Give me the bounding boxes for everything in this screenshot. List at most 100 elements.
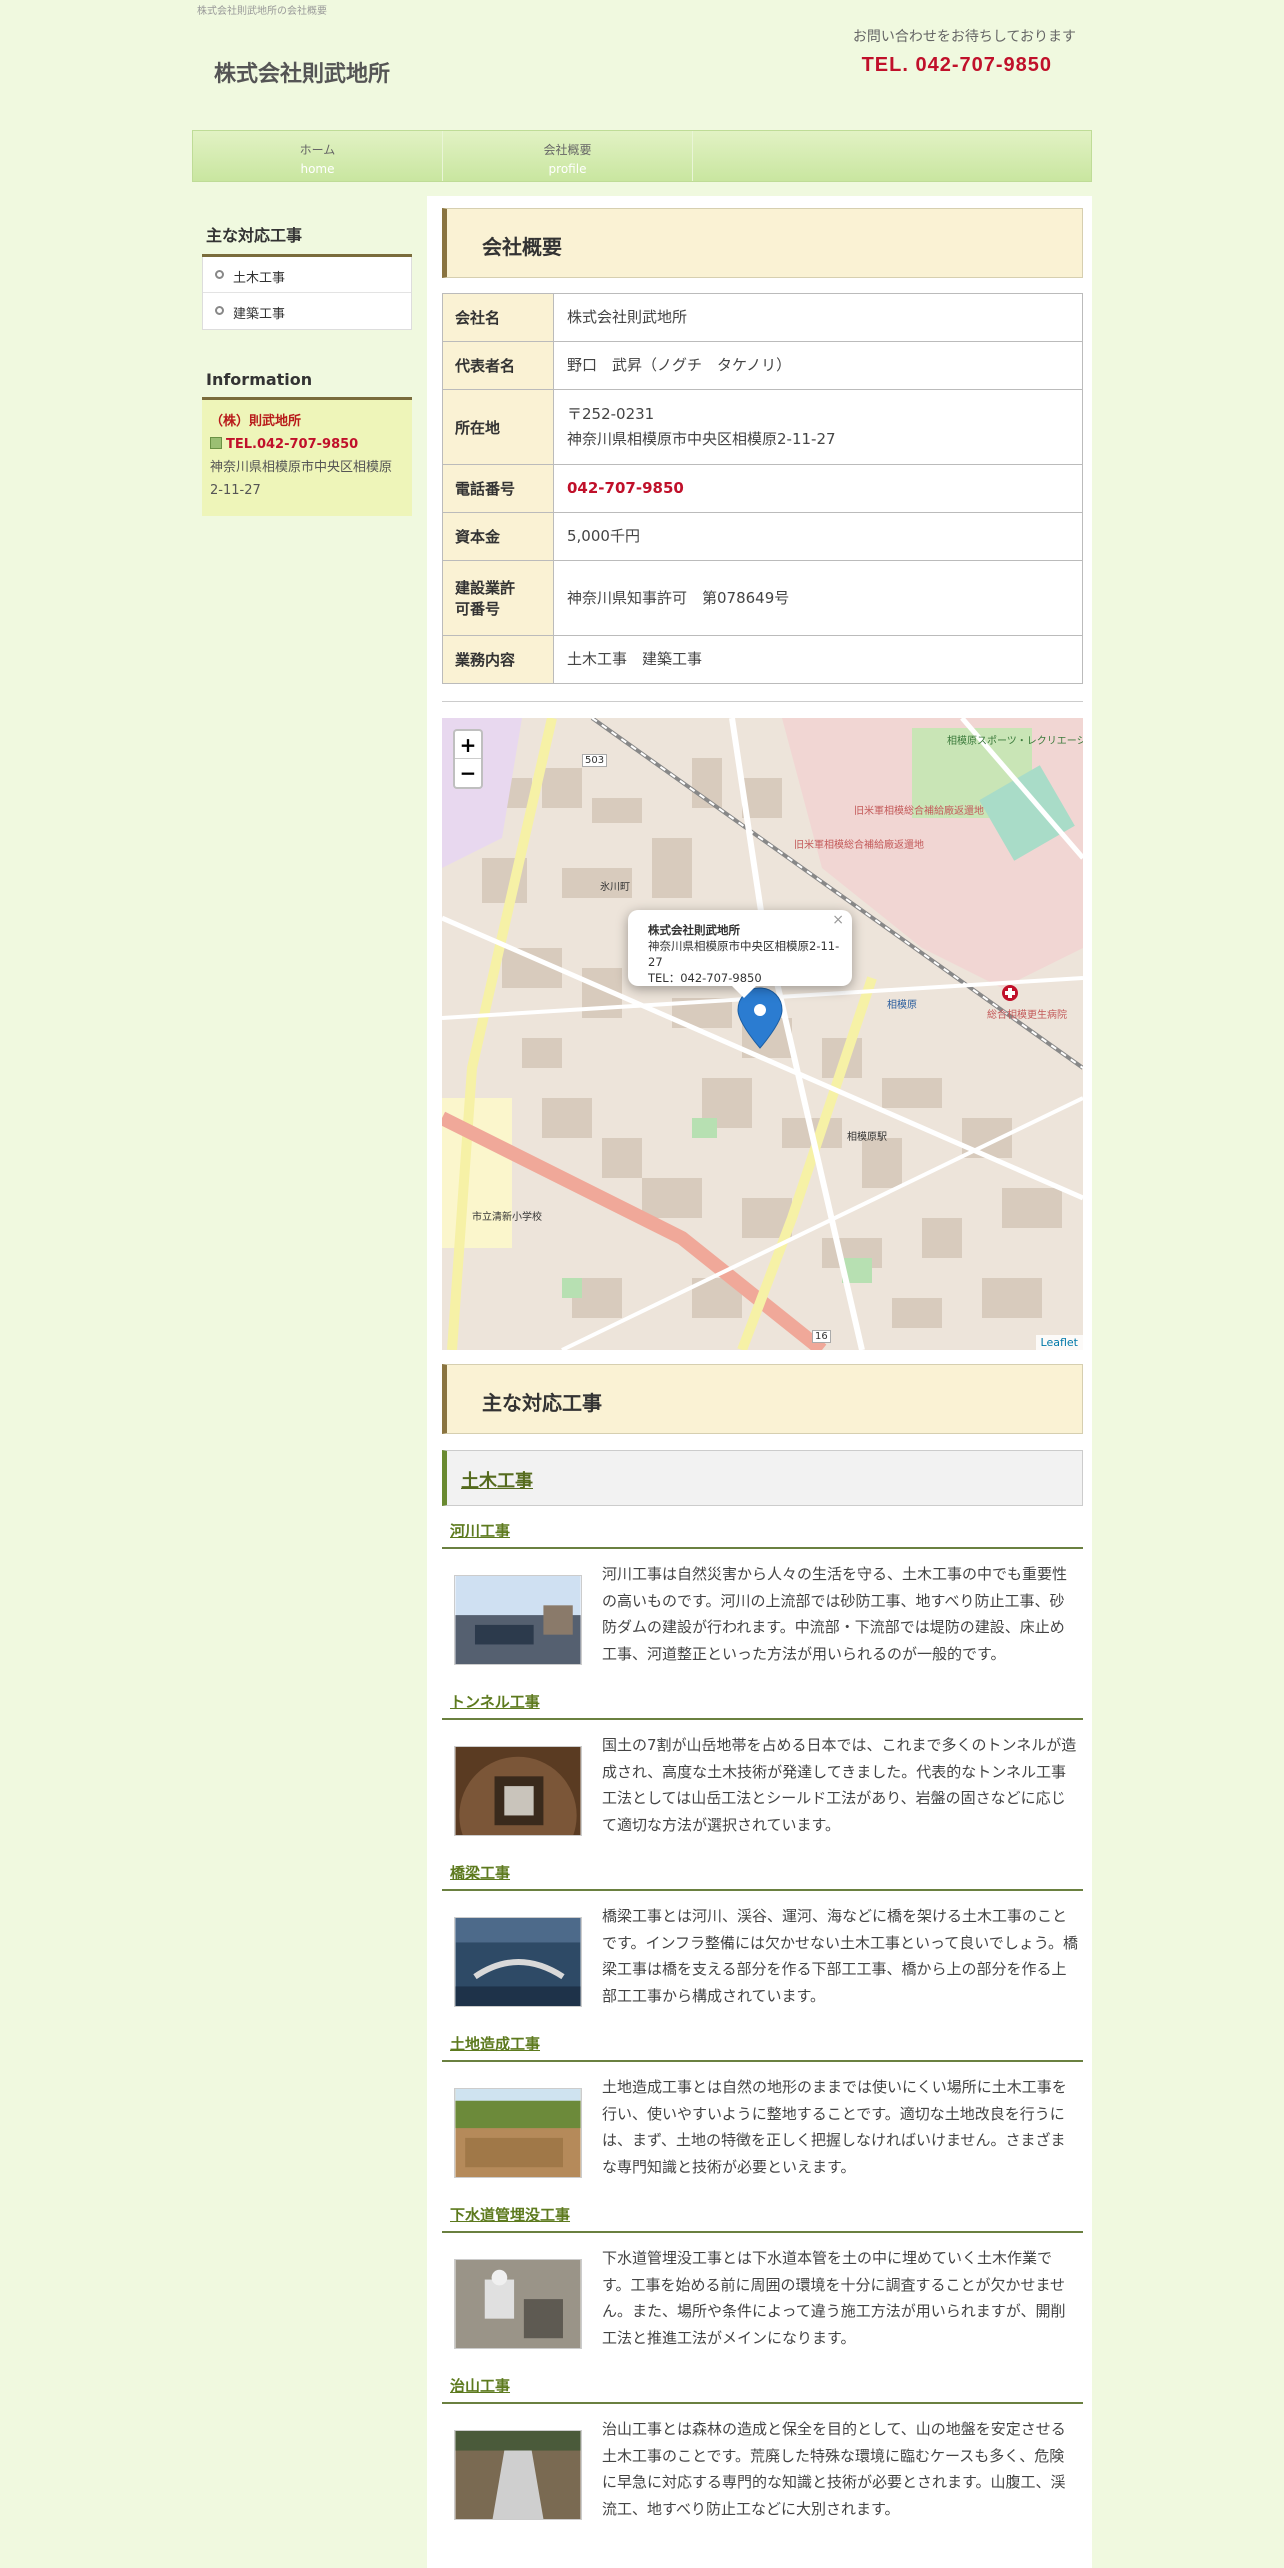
row-label: 業務内容 [442, 635, 554, 684]
table-row: 会社名 株式会社則武地所 [442, 293, 1083, 342]
table-row: 資本金 5,000千円 [442, 512, 1083, 561]
sidebar-address: 神奈川県相模原市中央区相模原2-11-27 [210, 460, 393, 498]
row-label: 会社名 [442, 293, 554, 342]
work-item: 土地造成工事 土地造成工事とは自然の地形のままでは使いにくい場所に土木工事を行い… [442, 2033, 1083, 2202]
work-description: 土地造成工事とは自然の地形のままでは使いにくい場所に土木工事を行い、使いやすいよ… [602, 2078, 1067, 2176]
map-label: 旧米軍相模総合補給廠返還地 [854, 806, 984, 817]
table-row: 業務内容 土木工事 建築工事 [442, 635, 1083, 684]
row-label: 電話番号 [442, 464, 554, 513]
work-description: 国土の7割が山岳地帯を占める日本では、これまで多くのトンネルが造成され、高度な土… [602, 1736, 1077, 1834]
popup-name: 株式会社則武地所 [648, 923, 740, 937]
site-tagline: 株式会社則武地所の会社概要 [197, 6, 327, 17]
row-label: 建設業許 可番号 [442, 560, 554, 636]
table-row: 電話番号 042-707-9850 [442, 464, 1083, 513]
phone-icon [210, 437, 222, 449]
site-logo[interactable]: 株式会社則武地所 [214, 56, 390, 88]
sidebar-info-box: （株）則武地所 TEL.042-707-9850 神奈川県相模原市中央区相模原2… [202, 400, 412, 516]
close-icon[interactable]: × [832, 912, 844, 928]
row-value: 5,000千円 [553, 512, 1083, 561]
label-line: 建設業許 [455, 579, 516, 597]
nav-home-sublabel: home [300, 162, 335, 176]
work-description: 橋梁工事とは河川、渓谷、運河、海などに橋を架ける土木工事のことです。インフラ整備… [602, 1907, 1078, 2005]
popup-address: 神奈川県相模原市中央区相模原2-11-27 [648, 939, 840, 969]
sidebar-menu-title: 主な対応工事 [202, 208, 412, 257]
civil-works-heading: 土木工事 [442, 1450, 1083, 1506]
main-content: 会社概要 会社名 株式会社則武地所 代表者名 野口 武昇（ノグチ タケノリ） 所… [427, 196, 1092, 2568]
work-image-bridge [454, 1917, 582, 2007]
sidebar-item-building[interactable]: 建築工事 [203, 293, 411, 329]
work-item: 河川工事 河川工事は自然災害から人々の生活を守る、土木工事の中でも重要性の高いも… [442, 1520, 1083, 1689]
phone-link[interactable]: 042-707-9850 [553, 464, 1083, 513]
popup-tel: TEL：042-707-9850 [648, 971, 762, 985]
company-profile-table: 会社名 株式会社則武地所 代表者名 野口 武昇（ノグチ タケノリ） 所在地 〒2… [442, 293, 1083, 684]
road-shield: 503 [582, 754, 608, 767]
map-label: 総合相模更生病院 [987, 1010, 1067, 1021]
header-phone[interactable]: TEL. 042-707-9850 [862, 54, 1052, 77]
nav-item-profile[interactable]: 会社概要 profile [443, 131, 693, 181]
location-map[interactable]: 相模原スポーツ・レクリエーションパーク 旧米軍相模総合補給廠返還地 旧米軍相模総… [442, 718, 1083, 1350]
work-item: 下水道管埋没工事 下水道管埋没工事とは下水道本管を土の中に埋めていく土木作業です… [442, 2204, 1083, 2373]
work-title-link[interactable]: 下水道管埋没工事 [442, 2204, 1083, 2233]
work-description: 治山工事とは森林の造成と保全を目的として、山の地盤を安定させる土木工事のことです… [602, 2420, 1066, 2518]
work-image-erosion-control [454, 2430, 582, 2520]
nav-profile-label: 会社概要 [543, 143, 592, 157]
label-line: 可番号 [455, 600, 501, 618]
work-title-link[interactable]: 橋梁工事 [442, 1862, 1083, 1891]
map-zoom-control: + − [453, 729, 483, 789]
work-title-link[interactable]: 治山工事 [442, 2375, 1083, 2404]
map-popup: × 株式会社則武地所 神奈川県相模原市中央区相模原2-11-27 TEL：042… [628, 910, 852, 986]
work-item: トンネル工事 国土の7割が山岳地帯を占める日本では、これまで多くのトンネルが造成… [442, 1691, 1083, 1860]
road-shield: 16 [812, 1330, 831, 1343]
postal-code: 〒252-0231 [567, 405, 655, 423]
sidebar-item-label: 土木工事 [233, 271, 286, 286]
bullet-icon [215, 270, 224, 279]
sidebar-menu: 土木工事 建築工事 [202, 257, 412, 330]
row-value: 神奈川県知事許可 第078649号 [553, 560, 1083, 636]
work-title-link[interactable]: 河川工事 [442, 1520, 1083, 1549]
work-description: 河川工事は自然災害から人々の生活を守る、土木工事の中でも重要性の高いものです。河… [602, 1565, 1068, 1663]
sidebar-phone[interactable]: TEL.042-707-9850 [226, 437, 358, 452]
row-label: 所在地 [442, 389, 554, 465]
map-label: 氷川町 [600, 882, 630, 893]
table-row: 所在地 〒252-0231 神奈川県相模原市中央区相模原2-11-27 [442, 389, 1083, 465]
zoom-in-button[interactable]: + [455, 731, 481, 759]
sidebar-info-title: Information [202, 330, 412, 400]
table-row: 代表者名 野口 武昇（ノグチ タケノリ） [442, 341, 1083, 390]
nav-home-label: ホーム [299, 143, 336, 157]
divider [442, 701, 1083, 702]
map-tiles [442, 718, 1083, 1350]
work-image-sewer [454, 2259, 582, 2349]
table-row: 建設業許 可番号 神奈川県知事許可 第078649号 [442, 560, 1083, 636]
map-label: 相模原スポーツ・レクリエーションパーク [947, 736, 1083, 747]
nav-item-home[interactable]: ホーム home [193, 131, 443, 181]
contact-message: お問い合わせをお待ちしております [852, 29, 1076, 45]
sidebar: 主な対応工事 土木工事 建築工事 Information （株）則武地所 TEL… [202, 208, 412, 516]
map-attribution[interactable]: Leaflet [1035, 1335, 1083, 1350]
row-label: 代表者名 [442, 341, 554, 390]
row-value: 〒252-0231 神奈川県相模原市中央区相模原2-11-27 [553, 389, 1083, 465]
profile-heading: 会社概要 [442, 208, 1083, 278]
work-item: 橋梁工事 橋梁工事とは河川、渓谷、運河、海などに橋を架ける土木工事のことです。イ… [442, 1862, 1083, 2031]
row-label: 資本金 [442, 512, 554, 561]
map-label: 市立清新小学校 [472, 1212, 542, 1223]
zoom-out-button[interactable]: − [455, 759, 481, 787]
work-title-link[interactable]: トンネル工事 [442, 1691, 1083, 1720]
page: 株式会社則武地所の会社概要 株式会社則武地所 お問い合わせをお待ちしております … [0, 0, 1284, 2568]
work-image-tunnel [454, 1746, 582, 1836]
work-image-river [454, 1575, 582, 1665]
street-address: 神奈川県相模原市中央区相模原2-11-27 [567, 430, 836, 448]
civil-works-link[interactable]: 土木工事 [461, 1471, 533, 1492]
row-value: 野口 武昇（ノグチ タケノリ） [553, 341, 1083, 390]
global-nav: ホーム home 会社概要 profile [192, 130, 1092, 182]
work-description: 下水道管埋没工事とは下水道本管を土の中に埋めていく土木作業です。工事を始める前に… [602, 2249, 1066, 2347]
nav-profile-sublabel: profile [548, 162, 587, 176]
map-label: 相模原駅 [847, 1132, 887, 1143]
sidebar-item-civil[interactable]: 土木工事 [203, 257, 411, 293]
work-title-link[interactable]: 土地造成工事 [442, 2033, 1083, 2062]
work-item: 治山工事 治山工事とは森林の造成と保全を目的として、山の地盤を安定させる土木工事… [442, 2375, 1083, 2544]
sidebar-company-name: （株）則武地所 [210, 414, 302, 429]
row-value: 土木工事 建築工事 [553, 635, 1083, 684]
works-heading: 主な対応工事 [442, 1364, 1083, 1434]
map-label: 旧米軍相模総合補給廠返還地 [794, 840, 924, 851]
sidebar-item-label: 建築工事 [233, 307, 286, 322]
